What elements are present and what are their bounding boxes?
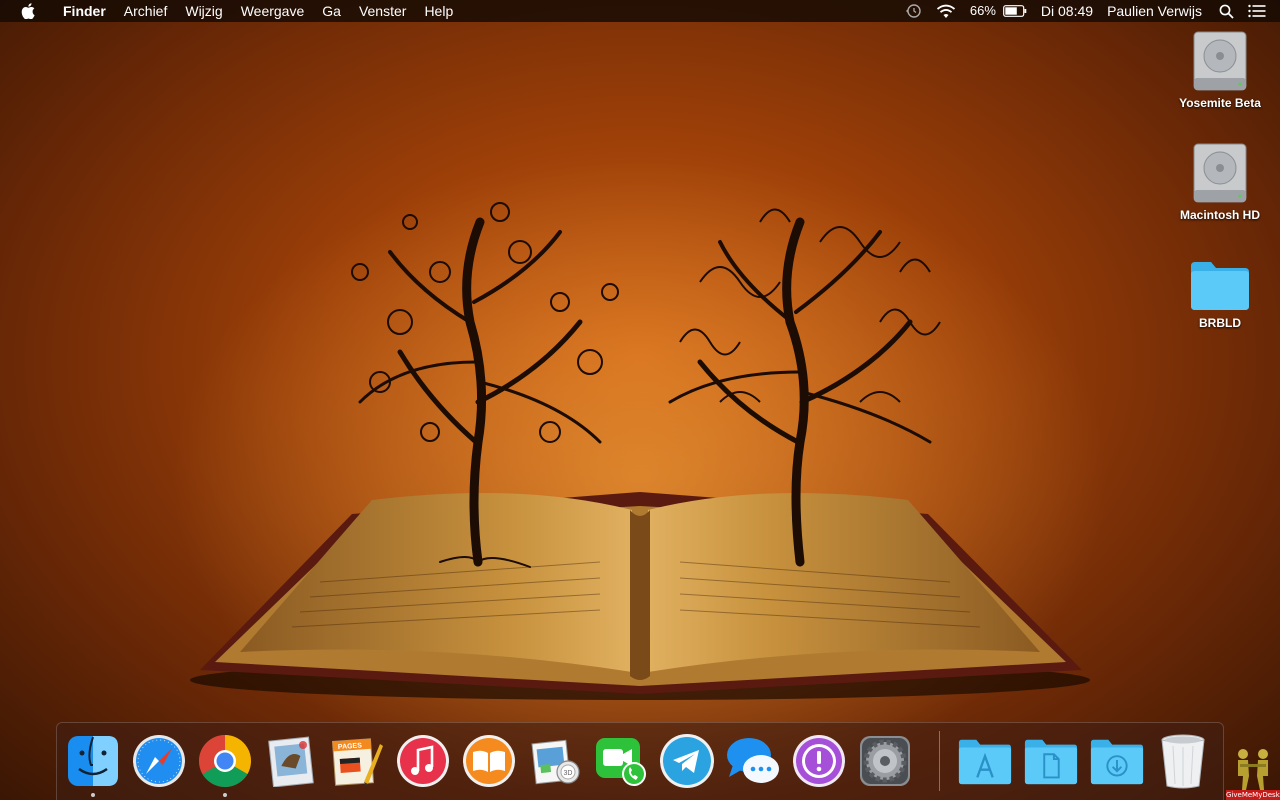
menu-bar-left: Finder Archief Wijzig Weergave Ga Venste… — [0, 0, 462, 22]
dock-preview[interactable]: 3D — [527, 733, 583, 789]
dock-messages[interactable] — [725, 733, 781, 789]
dock: PAGES 3D — [56, 722, 1224, 800]
dock-applications-stack[interactable] — [957, 733, 1013, 789]
menu-help[interactable]: Help — [415, 0, 462, 22]
dock-downloads-stack[interactable] — [1089, 733, 1145, 789]
battery-percentage[interactable]: 66% — [963, 0, 1003, 22]
folder-icon — [1191, 262, 1249, 310]
dock-itunes[interactable] — [395, 733, 451, 789]
applications-folder-icon — [958, 739, 1012, 785]
desktop-icon-label: Yosemite Beta — [1179, 96, 1261, 110]
user-account[interactable]: Paulien Verwijs — [1100, 0, 1209, 22]
dock-facetime[interactable] — [593, 733, 649, 789]
dock-safari[interactable] — [131, 733, 187, 789]
dock-trash[interactable] — [1155, 733, 1211, 789]
facetime-icon — [596, 738, 646, 786]
spotlight-search-icon[interactable] — [1209, 4, 1241, 19]
apple-menu-icon[interactable] — [17, 3, 39, 19]
dock-chrome[interactable] — [197, 733, 253, 789]
running-indicator — [91, 793, 95, 797]
wifi-icon[interactable] — [929, 4, 963, 19]
desktop-icon-macintosh-hd[interactable]: Macintosh HD — [1165, 142, 1275, 222]
watermark-logo: GiveMeMyDesk.com — [1226, 744, 1280, 800]
dock-documents-stack[interactable] — [1023, 733, 1079, 789]
svg-text:3D: 3D — [564, 770, 573, 777]
dock-finder[interactable] — [65, 733, 121, 789]
dock-telegram[interactable] — [659, 733, 715, 789]
dock-ibooks[interactable] — [461, 733, 517, 789]
desktop-icon-label: BRBLD — [1199, 316, 1241, 330]
documents-folder-icon — [1024, 739, 1078, 785]
feedback-icon — [793, 735, 845, 787]
dock-separator — [939, 731, 940, 791]
desktop-icon-yosemite-beta[interactable]: Yosemite Beta — [1165, 30, 1275, 110]
pages-icon: PAGES — [331, 738, 383, 786]
people-icon — [1238, 749, 1268, 790]
menu-ga[interactable]: Ga — [313, 0, 350, 22]
menu-archief[interactable]: Archief — [115, 0, 177, 22]
menu-weergave[interactable]: Weergave — [232, 0, 314, 22]
ibooks-icon — [463, 735, 515, 787]
time-machine-icon[interactable] — [897, 3, 929, 19]
desktop-icon-label: Macintosh HD — [1179, 208, 1260, 222]
finder-icon — [68, 736, 118, 786]
menu-bar-right: 66% Di 08:49 Paulien Verwijs — [897, 0, 1280, 22]
downloads-folder-icon — [1090, 739, 1144, 785]
telegram-icon — [660, 734, 714, 788]
running-indicator — [223, 793, 227, 797]
menu-wijzig[interactable]: Wijzig — [176, 0, 231, 22]
desktop-wallpaper — [120, 82, 1160, 800]
clock[interactable]: Di 08:49 — [1034, 0, 1100, 22]
preview-icon: 3D — [531, 739, 580, 785]
dock-mail[interactable] — [263, 733, 319, 789]
desktop-icon-brbld[interactable]: BRBLD — [1165, 258, 1275, 330]
battery-icon[interactable] — [1003, 5, 1034, 17]
dock-pages[interactable]: PAGES — [329, 733, 385, 789]
dock-system-preferences[interactable] — [857, 733, 913, 789]
menu-venster[interactable]: Venster — [350, 0, 415, 22]
chrome-icon — [199, 735, 251, 787]
mail-icon — [268, 736, 314, 787]
hard-drive-icon — [1193, 143, 1247, 203]
menu-bar: Finder Archief Wijzig Weergave Ga Venste… — [0, 0, 1280, 22]
itunes-icon — [397, 735, 449, 787]
messages-icon — [727, 738, 779, 783]
menu-app-finder[interactable]: Finder — [54, 0, 115, 22]
dock-feedback-assistant[interactable] — [791, 733, 847, 789]
trash-icon — [1161, 734, 1205, 789]
hard-drive-icon — [1193, 31, 1247, 91]
safari-icon — [133, 735, 185, 787]
watermark-text: GiveMeMyDesk.com — [1226, 790, 1280, 800]
notification-center-icon[interactable] — [1241, 4, 1280, 18]
system-preferences-icon — [860, 736, 910, 786]
